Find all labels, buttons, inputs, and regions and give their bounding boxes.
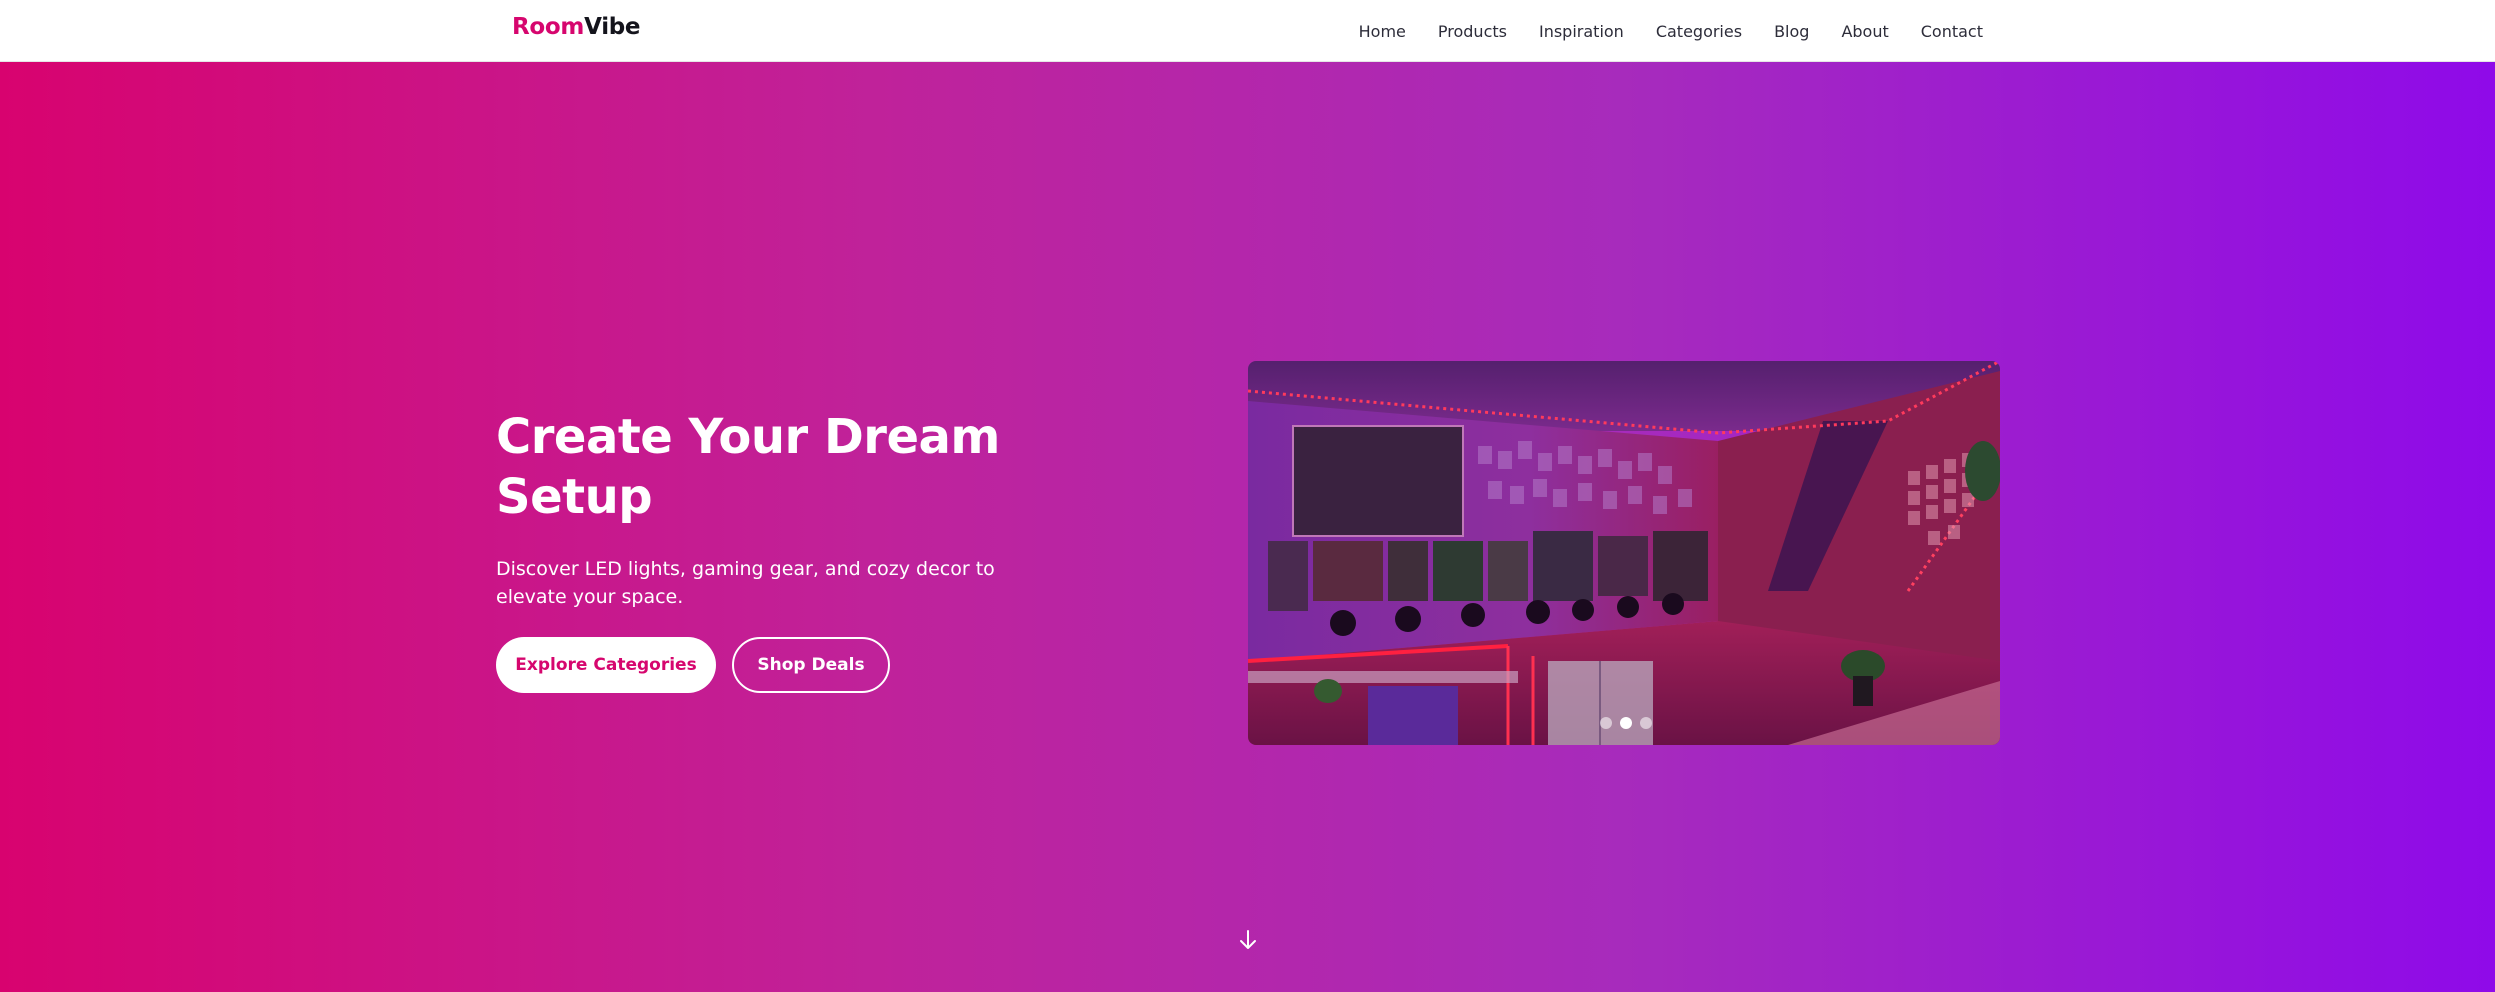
nav-about[interactable]: About — [1841, 22, 1888, 41]
brand-logo[interactable]: RoomVibe — [512, 14, 641, 40]
scroll-down-arrow-icon[interactable] — [1236, 928, 1260, 952]
shop-deals-button[interactable]: Shop Deals — [732, 637, 890, 693]
nav-blog[interactable]: Blog — [1774, 22, 1809, 41]
brand-logo-part1: Room — [512, 14, 585, 40]
nav-inspiration[interactable]: Inspiration — [1539, 22, 1624, 41]
room-photo — [1248, 361, 2000, 745]
carousel-dots — [1248, 717, 2000, 731]
hero-title: Create Your Dream Setup — [496, 409, 1000, 525]
brand-logo-part2: Vibe — [584, 14, 641, 40]
main-nav: Home Products Inspiration Categories Blo… — [1327, 0, 1983, 62]
carousel-dot-2[interactable] — [1620, 717, 1632, 729]
nav-home[interactable]: Home — [1359, 22, 1406, 41]
navbar: RoomVibe Home Products Inspiration Categ… — [0, 0, 2495, 62]
explore-categories-button[interactable]: Explore Categories — [496, 637, 716, 693]
hero-subtitle: Discover LED lights, gaming gear, and co… — [496, 558, 995, 608]
hero-section: Create Your Dream Setup Discover LED lig… — [0, 62, 2495, 992]
hero-image-carousel[interactable] — [1248, 361, 2000, 745]
carousel-dot-3[interactable] — [1640, 717, 1652, 729]
nav-products[interactable]: Products — [1438, 22, 1507, 41]
carousel-dot-1[interactable] — [1600, 717, 1612, 729]
nav-categories[interactable]: Categories — [1656, 22, 1742, 41]
nav-contact[interactable]: Contact — [1921, 22, 1983, 41]
